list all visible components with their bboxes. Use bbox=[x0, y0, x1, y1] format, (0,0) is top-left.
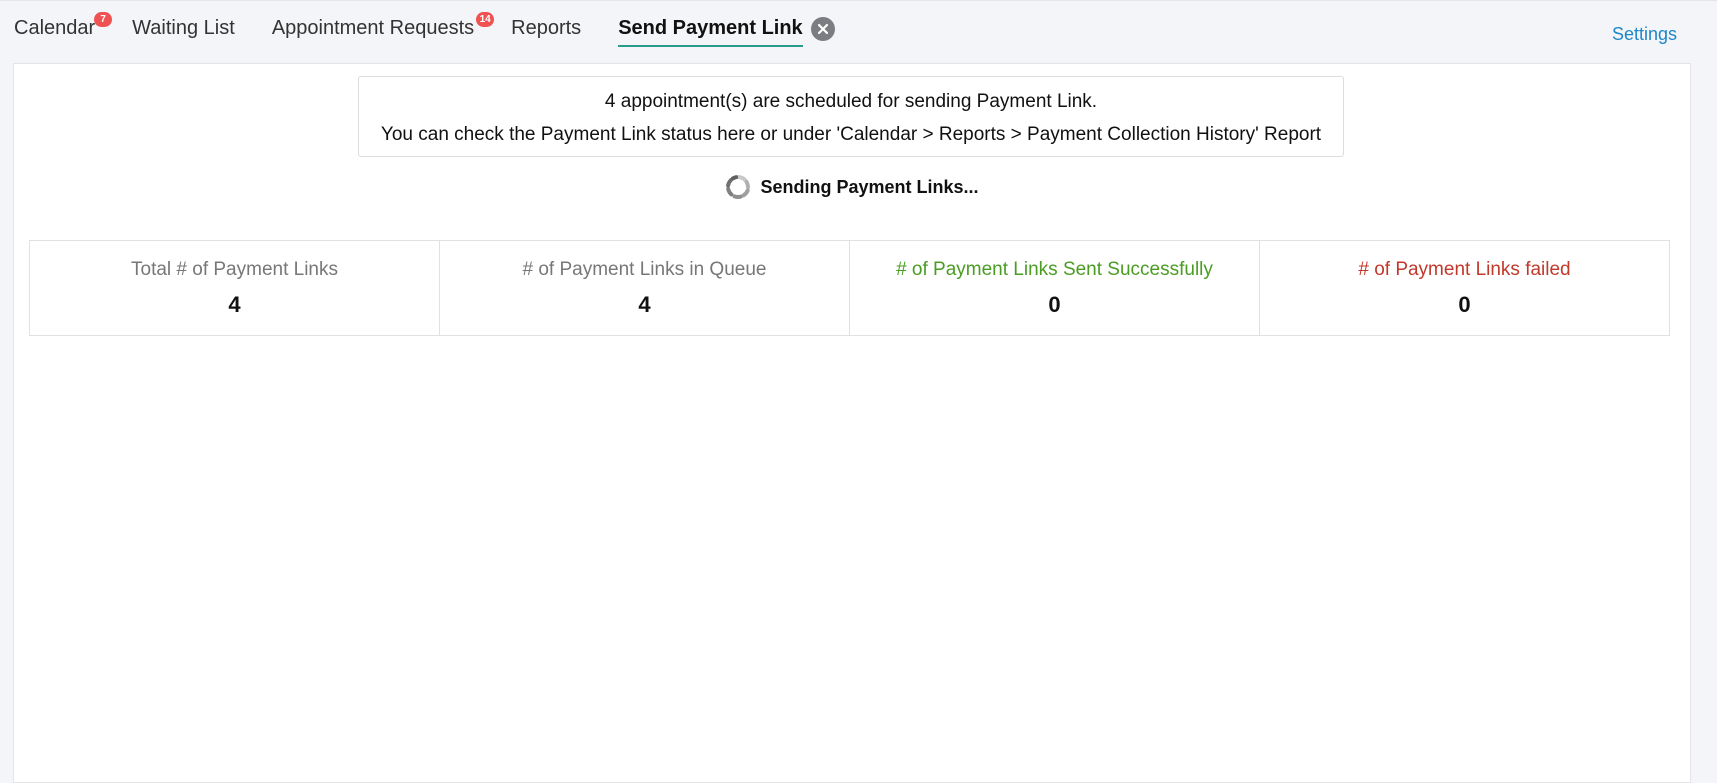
settings-link[interactable]: Settings bbox=[1612, 24, 1677, 45]
stat-in-queue: # of Payment Links in Queue 4 bbox=[440, 241, 850, 335]
tab-appointment-requests[interactable]: Appointment Requests 14 bbox=[271, 12, 495, 45]
payment-link-stats: Total # of Payment Links 4 # of Payment … bbox=[29, 240, 1670, 336]
tab-label: Calendar bbox=[14, 17, 96, 39]
top-navigation: Calendar 7 Waiting List Appointment Requ… bbox=[0, 0, 1717, 60]
tab-waiting-list[interactable]: Waiting List bbox=[132, 15, 235, 45]
notice-line-2: You can check the Payment Link status he… bbox=[380, 124, 1322, 145]
tab-bar: Calendar 7 Waiting List Appointment Requ… bbox=[14, 12, 835, 55]
close-tab-button[interactable] bbox=[810, 17, 835, 41]
tab-label: Reports bbox=[511, 17, 582, 39]
stat-total: Total # of Payment Links 4 bbox=[30, 241, 440, 335]
sending-status: Sending Payment Links... bbox=[14, 174, 1690, 200]
stat-value: 4 bbox=[228, 292, 241, 317]
calendar-count-badge: 7 bbox=[94, 12, 113, 27]
stat-value: 0 bbox=[1048, 292, 1061, 317]
close-icon bbox=[817, 23, 828, 35]
appointment-requests-count-badge: 14 bbox=[476, 12, 495, 27]
tab-label: Appointment Requests bbox=[271, 17, 475, 39]
sending-label: Sending Payment Links... bbox=[760, 176, 979, 197]
schedule-notice: 4 appointment(s) are scheduled for sendi… bbox=[358, 76, 1344, 157]
stat-sent-successfully: # of Payment Links Sent Successfully 0 bbox=[850, 241, 1260, 335]
tab-send-payment-link[interactable]: Send Payment Link bbox=[618, 15, 803, 47]
stat-label: Total # of Payment Links bbox=[131, 259, 338, 280]
stat-value: 0 bbox=[1458, 292, 1471, 317]
stat-label: # of Payment Links failed bbox=[1358, 259, 1571, 280]
stat-failed: # of Payment Links failed 0 bbox=[1260, 241, 1669, 335]
tab-calendar[interactable]: Calendar 7 bbox=[14, 12, 113, 45]
tab-label: Send Payment Link bbox=[618, 17, 803, 39]
stat-label: # of Payment Links in Queue bbox=[522, 259, 767, 280]
main-panel: 4 appointment(s) are scheduled for sendi… bbox=[13, 63, 1691, 783]
stat-value: 4 bbox=[638, 292, 651, 317]
tab-label: Waiting List bbox=[132, 17, 235, 39]
stat-label: # of Payment Links Sent Successfully bbox=[896, 259, 1213, 280]
loading-spinner-icon bbox=[726, 175, 751, 199]
tab-reports[interactable]: Reports bbox=[511, 15, 581, 45]
notice-line-1: 4 appointment(s) are scheduled for sendi… bbox=[604, 91, 1098, 112]
